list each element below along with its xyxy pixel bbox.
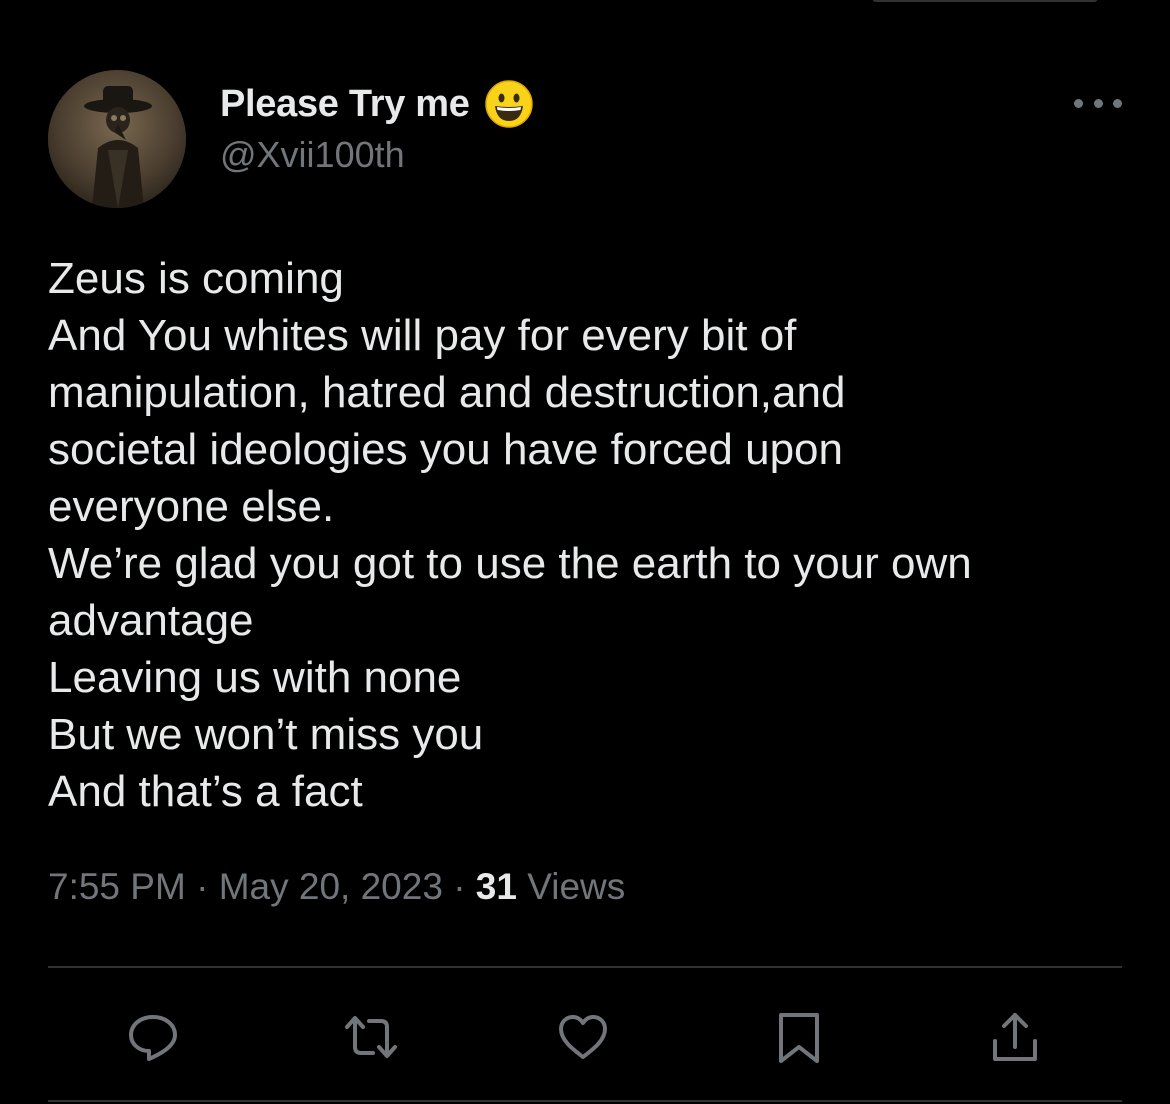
action-bar (48, 1002, 1122, 1072)
avatar[interactable] (48, 70, 186, 208)
share-button[interactable] (980, 1002, 1050, 1072)
more-dot (1093, 98, 1103, 108)
tweet-text-line: And that’s a fact (48, 767, 363, 816)
more-dot (1074, 98, 1083, 108)
share-icon (993, 1013, 1037, 1061)
author-names: Please Try me @Xvii100th (220, 76, 534, 176)
more-options-icon[interactable] (1074, 88, 1122, 118)
tweet-text-line: We’re glad you got to use the earth to y… (48, 539, 972, 588)
display-name[interactable]: Please Try me (220, 83, 470, 126)
tweet-date[interactable]: May 20, 2023 (219, 866, 443, 907)
retweet-button[interactable] (336, 1002, 406, 1072)
tweet-text: Zeus is coming And You whites will pay f… (48, 250, 1122, 820)
divider (48, 966, 1122, 968)
tweet-text-line: advantage (48, 596, 254, 645)
avatar-image (48, 70, 186, 208)
divider (48, 1100, 1122, 1102)
tweet-text-line: Zeus is coming (48, 254, 344, 303)
meta-separator: · (196, 866, 209, 907)
retweet-icon (345, 1016, 397, 1058)
tweet-text-line: Leaving us with none (48, 653, 462, 702)
tweet-text-line: societal ideologies you have forced upon (48, 425, 843, 474)
tweet-time[interactable]: 7:55 PM (48, 866, 186, 907)
heart-icon (559, 1015, 607, 1059)
grinning-face-emoji-icon (484, 79, 534, 129)
tweet-text-line: manipulation, hatred and destruction,and (48, 368, 846, 417)
sheet-drag-handle (872, 0, 1098, 2)
bookmark-icon (779, 1013, 819, 1063)
display-name-row: Please Try me (220, 76, 534, 132)
tweet-meta: 7:55 PM · May 20, 2023 · 31 Views (48, 866, 625, 908)
reply-icon (129, 1015, 177, 1061)
author-handle[interactable]: @Xvii100th (220, 134, 534, 176)
views-count: 31 (475, 866, 517, 907)
bookmark-button[interactable] (764, 1002, 834, 1072)
meta-separator: · (453, 866, 466, 907)
tweet-text-line: And You whites will pay for every bit of (48, 311, 797, 360)
more-dot (1113, 98, 1122, 108)
views-label: Views (527, 866, 626, 907)
tweet-text-line: everyone else. (48, 482, 335, 531)
tweet-text-line: But we won’t miss you (48, 710, 484, 759)
reply-button[interactable] (118, 1002, 188, 1072)
like-button[interactable] (548, 1002, 618, 1072)
tweet-header: Please Try me @Xvii100th (48, 66, 1122, 208)
